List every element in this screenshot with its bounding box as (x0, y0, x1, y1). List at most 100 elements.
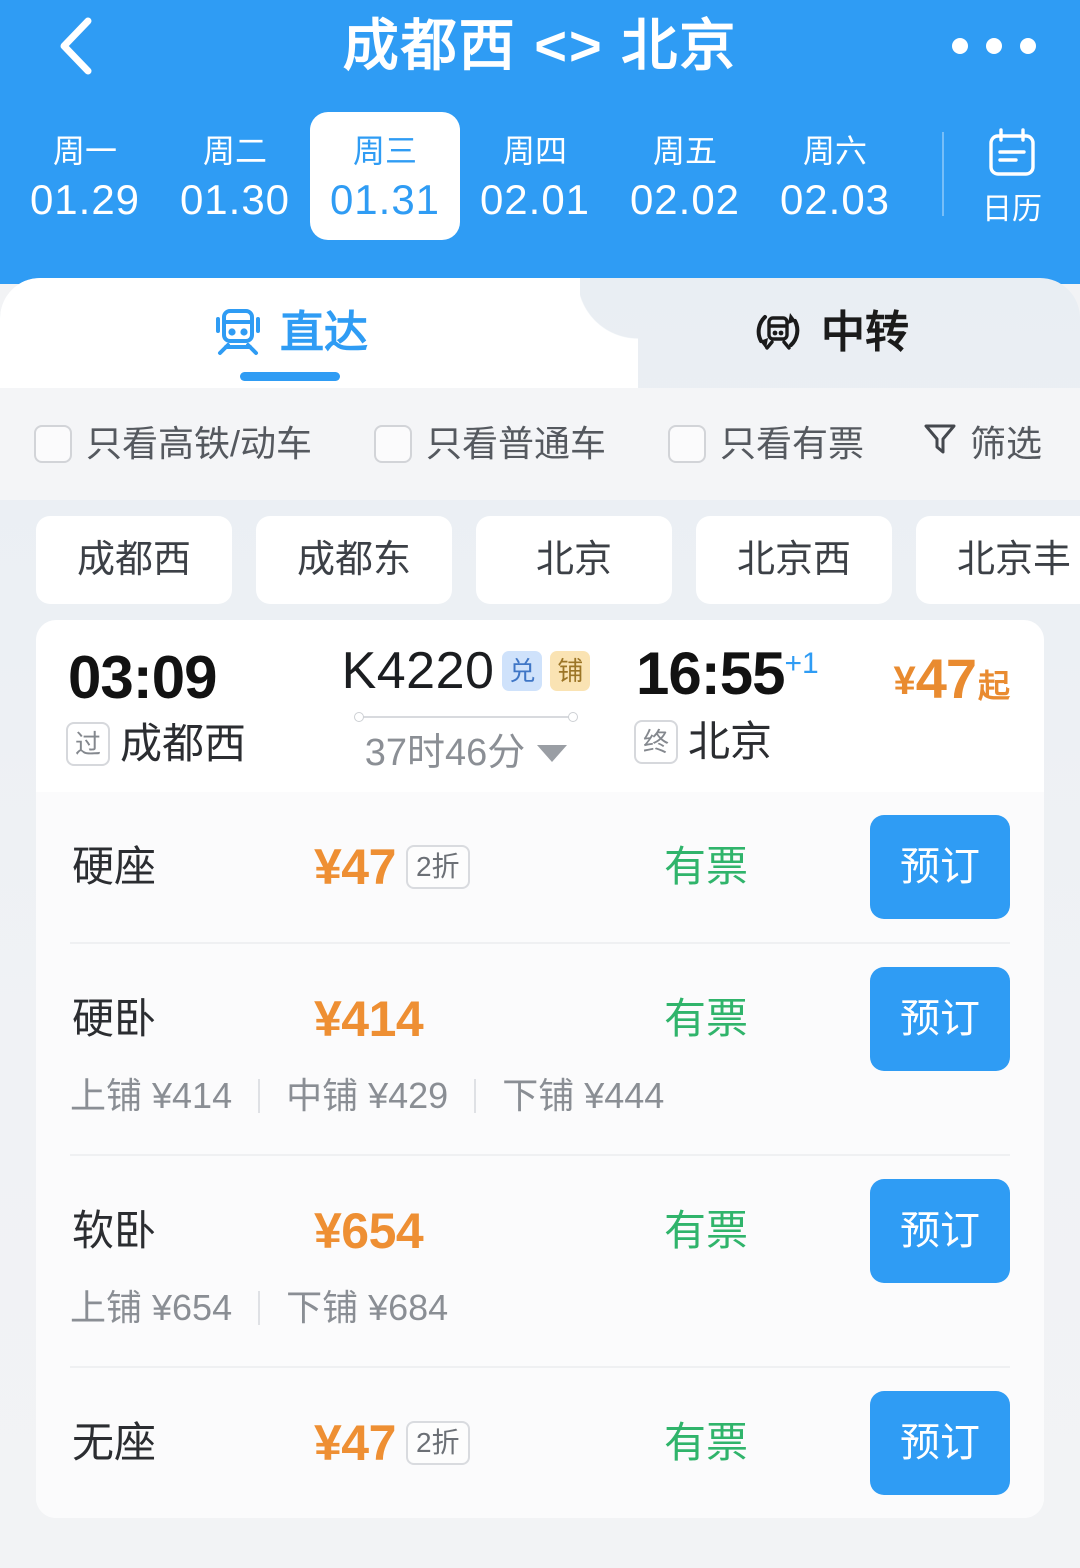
tab-bar: 直达 中转 (0, 278, 1080, 388)
price-amount: 47 (915, 647, 977, 710)
seat-class-list: 硬座 ¥47 2折 有票 预订 硬卧 ¥414 有票 预订 上铺 ¥414 中铺… (36, 792, 1044, 1518)
date-dow: 周一 (52, 133, 117, 169)
seat-availability: 有票 (664, 995, 749, 1042)
date-selector: 周一 01.29 周二 01.30 周三 01.31 周四 02.01 周五 0… (0, 112, 1080, 262)
arrival-station: 终 北京 (634, 716, 819, 768)
active-tab-indicator (240, 372, 340, 381)
date-dow: 周五 (652, 133, 717, 169)
date-number: 02.01 (479, 176, 591, 223)
filter-normal[interactable]: 只看普通车 (374, 420, 606, 468)
seat-price-group: ¥414 (314, 988, 424, 1050)
checkbox-icon[interactable] (374, 425, 413, 463)
station-chip-4[interactable]: 北京丰 (916, 516, 1080, 604)
seat-row-soft-sleeper: 软卧 ¥654 有票 预订 上铺 ¥654 下铺 ¥684 (70, 1156, 1010, 1368)
train-search-results-screen: 成都西 <> 北京 周一 01.29 周二 01.30 周三 01.31 周四 … (0, 0, 1080, 1568)
seat-row-hard-seat: 硬座 ¥47 2折 有票 预订 (70, 792, 1010, 944)
discount-badge: 2折 (405, 1421, 470, 1465)
date-item-2-selected[interactable]: 周三 01.31 (310, 112, 460, 240)
route-line (354, 710, 578, 724)
terminal-badge: 终 (634, 720, 678, 764)
calendar-icon (983, 124, 1041, 187)
date-number: 01.31 (329, 176, 441, 223)
filter-highspeed-label: 只看高铁/动车 (86, 423, 313, 464)
calendar-button[interactable]: 日历 (944, 112, 1080, 240)
train-middle-info: K4220 兑 铺 37时46分 (316, 638, 616, 778)
date-number: 01.29 (29, 176, 141, 223)
train-result-card[interactable]: 03:09 过 成都西 K4220 兑 铺 37时46分 16:55 +1 终 … (36, 620, 1044, 1518)
berth-tag: 铺 (550, 651, 591, 691)
station-chip-list[interactable]: 成都西 成都东 北京 北京西 北京丰 (0, 500, 1080, 620)
book-button[interactable]: 预订 (870, 1179, 1010, 1283)
filter-row: 只看高铁/动车 只看普通车 只看有票 筛选 (0, 388, 1080, 500)
seat-price-group: ¥47 2折 (314, 836, 470, 898)
seat-price: ¥654 (314, 1203, 424, 1259)
pass-through-badge: 过 (66, 722, 110, 766)
filter-more-label: 筛选 (970, 423, 1043, 464)
tab-transfer[interactable]: 中转 (580, 278, 1080, 388)
station-chip-2[interactable]: 北京 (476, 516, 672, 604)
arrival-day-offset: +1 (784, 647, 819, 680)
station-chip-0[interactable]: 成都西 (36, 516, 232, 604)
funnel-icon (920, 418, 960, 470)
seat-class-name: 硬座 (72, 843, 157, 890)
date-dow: 周二 (202, 133, 267, 169)
arrival-time: 16:55 (636, 640, 785, 707)
exchange-tag: 兑 (502, 651, 543, 691)
trip-duration: 37时46分 (364, 732, 526, 774)
date-item-5[interactable]: 周六 02.03 (760, 112, 910, 240)
departure-time: 03:09 (68, 644, 217, 711)
seat-price-group: ¥654 (314, 1200, 424, 1262)
lowest-price: ¥ 47 起 (893, 648, 1010, 710)
seat-row-standing: 无座 ¥47 2折 有票 预订 (70, 1368, 1010, 1518)
train-summary[interactable]: 03:09 过 成都西 K4220 兑 铺 37时46分 16:55 +1 终 … (36, 620, 1044, 792)
seat-price: ¥414 (314, 991, 424, 1047)
checkbox-icon[interactable] (34, 425, 72, 463)
date-number: 02.03 (779, 176, 891, 223)
seat-class-name: 软卧 (72, 1207, 157, 1254)
arrival-station-name: 北京 (688, 718, 773, 765)
more-horizontal-icon[interactable] (952, 24, 1036, 68)
checkbox-icon[interactable] (668, 425, 707, 463)
seat-price-group: ¥47 2折 (314, 1412, 470, 1474)
tab-direct-label: 直达 (280, 308, 368, 357)
currency-symbol: ¥ (893, 659, 916, 703)
book-button[interactable]: 预订 (870, 815, 1010, 919)
price-suffix: 起 (977, 668, 1010, 704)
seat-price: ¥47 (314, 1415, 396, 1471)
filter-highspeed[interactable]: 只看高铁/动车 (34, 420, 312, 468)
duration-row[interactable]: 37时46分 (365, 728, 568, 778)
date-number: 01.30 (179, 176, 291, 223)
filter-normal-label: 只看普通车 (426, 423, 607, 464)
date-item-3[interactable]: 周四 02.01 (460, 112, 610, 240)
filter-more-button[interactable]: 筛选 (920, 418, 1042, 470)
arrival-info: 16:55 +1 终 北京 (634, 638, 819, 768)
navigation-bar: 成都西 <> 北京 (0, 0, 1080, 108)
discount-badge: 2折 (405, 845, 470, 889)
seat-price: ¥47 (314, 839, 396, 895)
filter-available[interactable]: 只看有票 (668, 420, 864, 468)
train-number: K4220 (341, 642, 495, 700)
station-chip-3[interactable]: 北京西 (696, 516, 892, 604)
date-scroll[interactable]: 周一 01.29 周二 01.30 周三 01.31 周四 02.01 周五 0… (0, 112, 942, 240)
train-front-icon (212, 305, 264, 362)
page-title: 成都西 <> 北京 (342, 14, 738, 77)
book-button[interactable]: 预订 (870, 967, 1010, 1071)
date-item-0[interactable]: 周一 01.29 (10, 112, 160, 240)
seat-availability: 有票 (664, 1207, 749, 1254)
date-dow: 周四 (502, 133, 567, 169)
calendar-label: 日历 (982, 192, 1042, 226)
results-panel: 直达 中转 只看高铁/动车 只看普通车 只看有票 筛选 成都西 成都东 北京 北… (0, 278, 1080, 1568)
caret-down-icon[interactable] (537, 744, 568, 762)
date-item-4[interactable]: 周五 02.02 (610, 112, 760, 240)
date-dow: 周六 (802, 133, 867, 169)
seat-class-name: 无座 (72, 1419, 157, 1466)
transfer-train-icon (751, 304, 805, 363)
station-chip-1[interactable]: 成都东 (256, 516, 452, 604)
departure-station: 过 成都西 (66, 718, 246, 770)
tab-transfer-label: 中转 (821, 308, 909, 357)
book-button[interactable]: 预订 (870, 1391, 1010, 1495)
seat-availability: 有票 (664, 1419, 749, 1466)
train-number-row: K4220 兑 铺 (342, 638, 591, 704)
date-item-1[interactable]: 周二 01.30 (160, 112, 310, 240)
filter-available-label: 只看有票 (720, 423, 865, 464)
